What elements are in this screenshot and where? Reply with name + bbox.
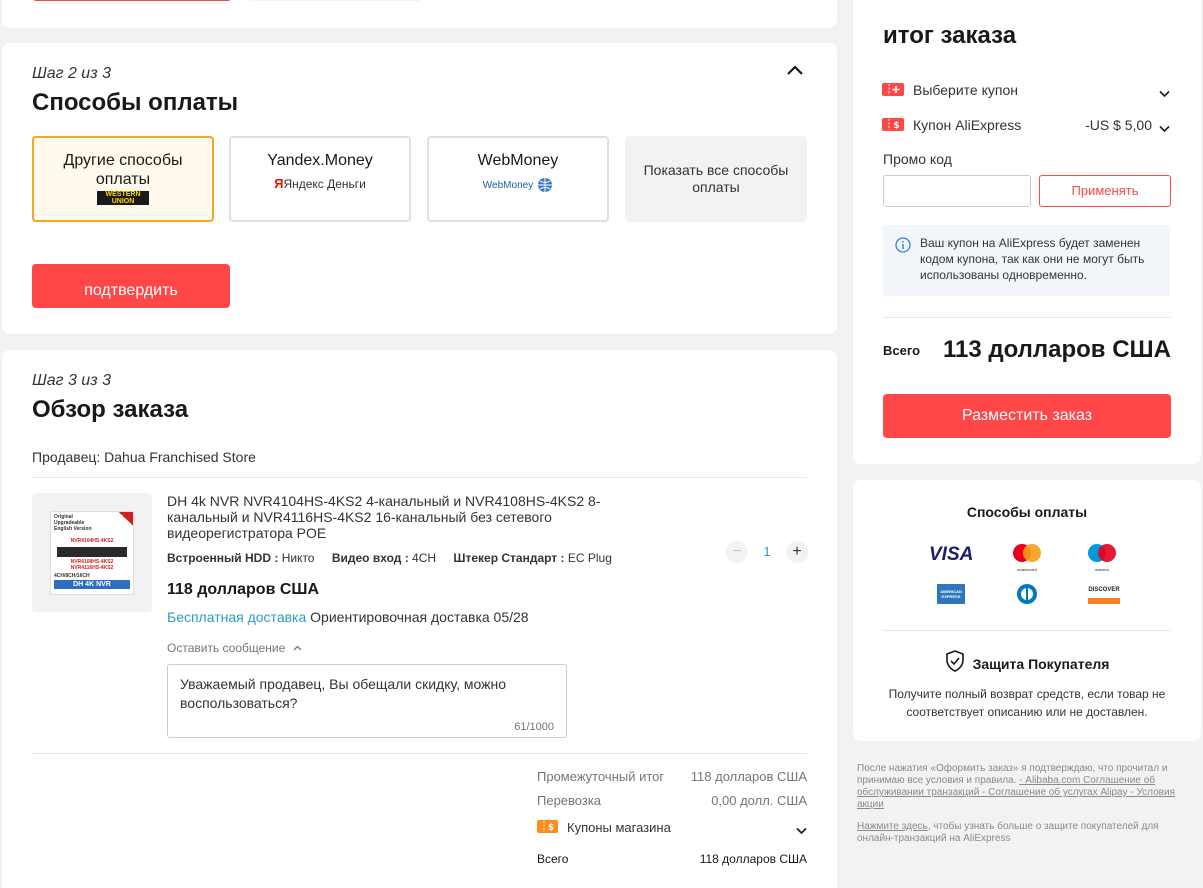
show-all-payment-methods[interactable]: Показать все способы оплаты (625, 136, 807, 222)
coupon-icon (882, 83, 904, 96)
choose-coupon-label: Выберите купон (913, 82, 1018, 98)
free-shipping-link[interactable]: Бесплатная доставка (167, 609, 306, 625)
legal-text: После нажатия «Оформить заказ» я подтвер… (857, 763, 1175, 810)
coupon-icon: $ (882, 118, 904, 131)
apply-promo-button[interactable]: Применять (1039, 175, 1171, 207)
buyer-protection-text: Получите полный возврат средств, если то… (888, 687, 1166, 719)
yandex-money-logo: ЯЯндекс Деньги (274, 176, 366, 191)
discover-icon: DISCOVER (1088, 584, 1120, 604)
protection-more-text: Нажмите здесь, чтобы узнать больше о защ… (857, 821, 1159, 844)
info-icon (895, 237, 911, 258)
payment-method-label: Другие способы оплаты (63, 152, 183, 188)
divider (882, 630, 1170, 631)
section-title: Обзор заказа (32, 396, 189, 423)
chevron-down-icon (1159, 120, 1170, 138)
aliexpress-coupon-label: Купон AliExpress (913, 117, 1022, 133)
step1-card (2, 0, 837, 28)
order-summary-title: итог заказа (883, 22, 1017, 49)
payment-method-yandex[interactable]: Yandex.Money ЯЯндекс Деньги (229, 136, 411, 222)
summary-total-label: Всего (883, 343, 921, 358)
payment-method-other[interactable]: Другие способы оплаты WESTERN UNION (32, 136, 214, 222)
diners-club-icon (1015, 583, 1039, 605)
american-express-icon: AMERICAN EXPRESS (937, 584, 965, 604)
promo-code-label: Промо код (883, 151, 952, 167)
mastercard-icon: mastercard (1012, 543, 1042, 572)
seller-message-field[interactable]: Уважаемый продавец, Вы обещали скидку, м… (167, 664, 567, 738)
coupon-icon: $ (537, 820, 558, 833)
payment-logos-card: Способы оплаты VISA mastercard maestro A… (853, 480, 1201, 741)
subtotal-label: Промежуточный итог (537, 769, 665, 784)
click-here-link[interactable]: Нажмите здесь (857, 821, 928, 832)
order-summary-card: итог заказа Выберите купон $ Купон AliEx… (853, 0, 1201, 464)
order-review-card: Шаг 3 из 3 Обзор заказа Продавец: Dahua … (2, 350, 837, 888)
increase-button[interactable]: + (786, 541, 808, 563)
choose-coupon-row[interactable]: Выберите купон (882, 81, 1170, 101)
product-price: 118 долларов США (167, 581, 320, 598)
seller-message-text: Уважаемый продавец, Вы обещали скидку, м… (180, 676, 506, 711)
product-image[interactable]: Original Upgradeable English Version NVR… (32, 493, 152, 612)
quantity-value[interactable]: 1 (748, 544, 786, 559)
quantity-stepper: − 1 + (726, 541, 808, 563)
store-coupons-label: Купоны магазина (567, 820, 671, 835)
globe-icon (538, 178, 553, 192)
payment-method-label: Yandex.Money (267, 152, 373, 169)
chevron-up-icon (293, 640, 302, 654)
promo-code-input[interactable] (883, 175, 1031, 207)
buyer-protection-heading: Защита Покупателя (853, 650, 1201, 677)
section-title: Способы оплаты (32, 89, 239, 116)
step1-button-fragment[interactable] (32, 0, 232, 1)
shield-icon (945, 650, 965, 677)
chevron-down-icon (1159, 85, 1170, 103)
seller-name: Продавец: Dahua Franchised Store (32, 449, 256, 465)
chevron-down-icon (796, 822, 807, 840)
summary-total-value: 113 долларов США (942, 336, 1171, 363)
order-total-label: Всего (537, 852, 569, 866)
payment-method-webmoney[interactable]: WebMoney WebMoney (427, 136, 609, 222)
payment-method-label: WebMoney (477, 152, 559, 169)
store-coupons-row[interactable]: $ Купоны магазина (537, 819, 807, 837)
product-title[interactable]: DH 4k NVR NVR4104HS-4KS2 4-канальный и N… (167, 493, 607, 541)
order-total-value: 118 долларов США (699, 852, 807, 866)
delivery-info: Бесплатная доставка Ориентировочная дост… (167, 609, 529, 625)
step-indicator: Шаг 2 из 3 (32, 65, 111, 82)
subtotal-value: 118 долларов США (690, 769, 807, 784)
payment-step-card: Шаг 2 из 3 Способы оплаты Другие способы… (2, 43, 837, 334)
char-counter: 61/1000 (514, 721, 554, 733)
leave-message-toggle[interactable]: Оставить сообщение (167, 640, 302, 655)
confirm-button[interactable]: подтвердить (32, 264, 230, 308)
step-indicator: Шаг 3 из 3 (32, 372, 111, 389)
place-order-button[interactable]: Разместить заказ (883, 394, 1171, 438)
shipping-value: 0,00 долл. США (711, 793, 807, 808)
coupon-info-text: Ваш купон на AliExpress будет заменен ко… (920, 236, 1145, 282)
coupon-info-box: Ваш купон на AliExpress будет заменен ко… (883, 225, 1170, 296)
divider (32, 753, 807, 754)
aliexpress-coupon-value: -US $ 5,00 (1085, 117, 1152, 133)
payment-logos-title: Способы оплаты (966, 504, 1088, 520)
svg-text:$: $ (548, 823, 554, 833)
webmoney-logo: WebMoney (429, 177, 607, 193)
collapse-chevron-icon[interactable] (784, 59, 806, 81)
western-union-logo: WESTERN UNION (97, 191, 149, 205)
visa-icon: VISA (929, 544, 974, 565)
aliexpress-coupon-row[interactable]: $ Купон AliExpress -US $ 5,00 (882, 116, 1170, 136)
product-specs: Встроенный HDD : Никто Видео вход : 4CH … (167, 551, 612, 565)
divider (32, 477, 807, 478)
step1-button-fragment-secondary[interactable] (248, 0, 422, 1)
maestro-icon: maestro (1087, 543, 1117, 572)
divider (883, 317, 1170, 318)
shipping-label: Перевозка (537, 793, 602, 808)
decrease-button[interactable]: − (726, 541, 748, 563)
svg-text:$: $ (893, 121, 899, 131)
